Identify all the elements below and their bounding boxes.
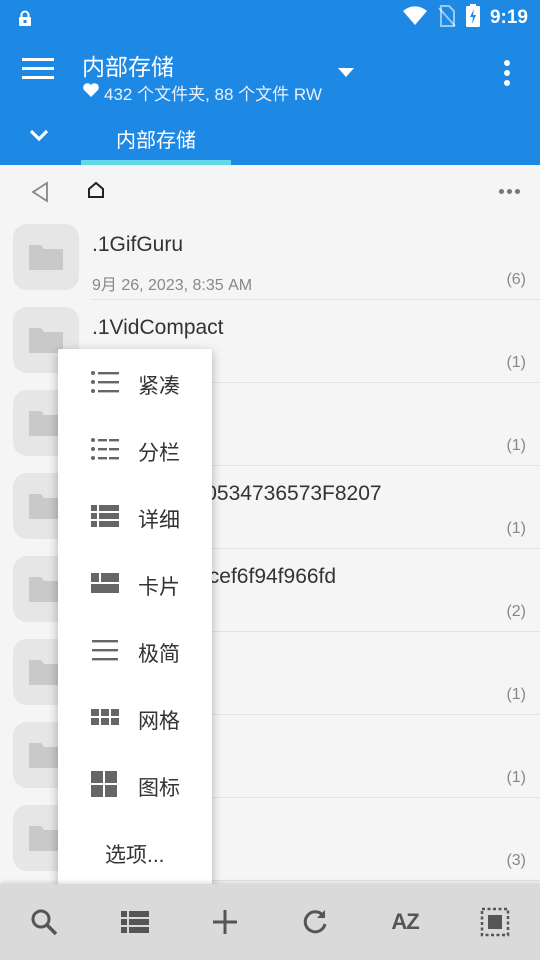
- list-item[interactable]: .1GifGuru 9月 26, 2023, 8:35 AM (6): [0, 217, 540, 300]
- cards-icon: [90, 571, 120, 595]
- lock-notification-icon: [18, 10, 32, 32]
- storage-summary-text: 432 个文件夹, 88 个文件 RW: [104, 85, 322, 104]
- list-compact-icon: [90, 370, 120, 394]
- storage-dropdown-icon[interactable]: [338, 68, 354, 77]
- menu-item-minimal[interactable]: 极简: [58, 617, 212, 684]
- more-vert-icon[interactable]: [504, 60, 510, 90]
- list-columns-icon: [90, 437, 120, 461]
- no-sim-icon: [438, 4, 456, 32]
- chevron-down-icon[interactable]: [28, 128, 50, 147]
- grid-icon: [90, 705, 120, 729]
- minimal-list-icon: [90, 638, 120, 662]
- menu-item-label: 卡片: [138, 576, 180, 599]
- heart-icon: [82, 82, 100, 103]
- page-title: 内部存储: [82, 54, 174, 80]
- folder-name: .1VidCompact: [92, 316, 224, 339]
- battery-charging-icon: [465, 4, 480, 32]
- app-bar: 内部存储 432 个文件夹, 88 个文件 RW 内部存储: [0, 36, 540, 165]
- view-mode-menu: 紧凑 分栏 详细 卡片 极简 网格 图标 选项...: [58, 349, 212, 885]
- menu-item-grid[interactable]: 网格: [58, 684, 212, 751]
- menu-item-cards[interactable]: 卡片: [58, 550, 212, 617]
- menu-item-options[interactable]: 选项...: [58, 818, 212, 885]
- menu-item-label: 选项...: [105, 844, 165, 867]
- menu-item-label: 图标: [138, 777, 180, 800]
- folder-item-count: (2): [506, 603, 526, 620]
- breadcrumb-more-icon[interactable]: [499, 189, 520, 194]
- bottom-toolbar: AZ: [0, 884, 540, 960]
- menu-item-label: 紧凑: [138, 375, 180, 398]
- wifi-icon: [402, 5, 428, 31]
- folder-item-count: (1): [506, 354, 526, 371]
- folder-date: 9月 26, 2023, 8:35 AM: [92, 277, 253, 294]
- add-icon[interactable]: [209, 906, 241, 938]
- search-icon[interactable]: [28, 906, 60, 938]
- status-bar: 9:19: [0, 0, 540, 36]
- menu-item-detailed[interactable]: 详细: [58, 483, 212, 550]
- folder-item-count: (6): [506, 271, 526, 288]
- menu-item-label: 极简: [138, 643, 180, 666]
- tab-internal-storage[interactable]: 内部存储: [81, 120, 231, 165]
- folder-item-count: (1): [506, 769, 526, 786]
- tab-label: 内部存储: [116, 130, 196, 152]
- sort-az-button[interactable]: AZ: [387, 906, 423, 938]
- back-triangle-icon[interactable]: [30, 181, 50, 208]
- breadcrumb: [0, 165, 540, 217]
- folder-item-count: (3): [506, 852, 526, 869]
- menu-item-label: 分栏: [138, 442, 180, 465]
- menu-item-label: 详细: [138, 509, 180, 532]
- menu-item-icons[interactable]: 图标: [58, 751, 212, 818]
- folder-item-count: (1): [506, 520, 526, 537]
- refresh-icon[interactable]: [299, 906, 331, 938]
- home-icon[interactable]: [87, 181, 105, 204]
- view-mode-icon[interactable]: [119, 906, 151, 938]
- folder-item-count: (1): [506, 686, 526, 703]
- folder-icon: [13, 224, 79, 290]
- select-all-icon[interactable]: [479, 906, 511, 938]
- list-detailed-icon: [90, 504, 120, 528]
- folder-name: .1GifGuru: [92, 233, 184, 256]
- hamburger-menu-icon[interactable]: [22, 58, 58, 88]
- storage-summary: 432 个文件夹, 88 个文件 RW: [82, 80, 322, 105]
- folder-item-count: (1): [506, 437, 526, 454]
- menu-item-label: 网格: [138, 710, 180, 733]
- icons-grid-icon: [90, 771, 120, 797]
- menu-item-compact[interactable]: 紧凑: [58, 349, 212, 416]
- menu-item-columns[interactable]: 分栏: [58, 416, 212, 483]
- clock: 9:19: [489, 7, 528, 28]
